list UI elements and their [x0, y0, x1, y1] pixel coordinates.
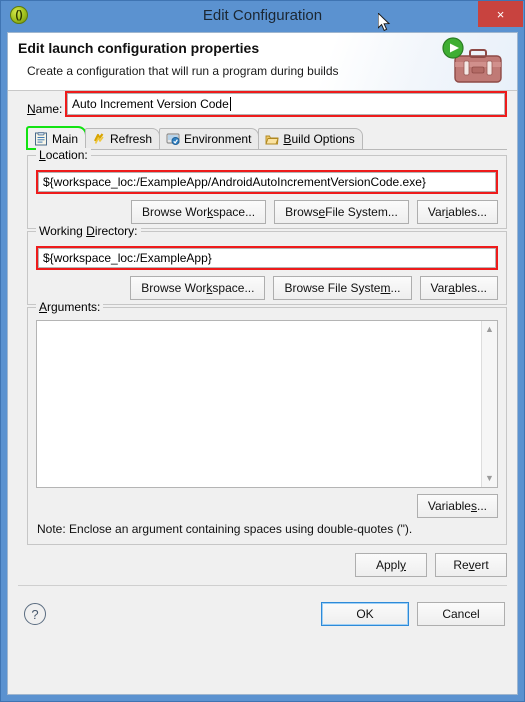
- tab-main-label: Main: [52, 131, 79, 146]
- working-directory-input[interactable]: ${workspace_loc:/ExampleApp}: [38, 248, 496, 268]
- working-directory-input-value: ${workspace_loc:/ExampleApp}: [43, 251, 212, 265]
- cancel-button[interactable]: Cancel: [417, 602, 505, 626]
- arguments-group: Arguments: ▲ ▼ Variable s... Note: Enclos…: [27, 300, 507, 545]
- window-title: Edit Configuration: [202, 7, 323, 24]
- tab-refresh[interactable]: Refresh: [85, 128, 161, 149]
- revert-button[interactable]: Re v ert: [435, 553, 507, 577]
- scroll-down-icon[interactable]: ▼: [482, 470, 498, 487]
- text-caret: [229, 97, 231, 111]
- toolbox-run-icon: [442, 37, 502, 83]
- name-input[interactable]: Auto Increment Version Code: [67, 93, 505, 115]
- parentheses-icon: (): [10, 6, 28, 24]
- working-directory-legend: Working Directory:: [36, 224, 141, 238]
- scroll-up-icon[interactable]: ▲: [482, 321, 498, 338]
- tab-refresh-label: Refresh: [110, 132, 153, 146]
- folder-icon: [265, 135, 280, 145]
- bottom-divider: [18, 585, 507, 586]
- location-buttons: Browse Wor k space... Brows e File System..…: [36, 200, 498, 224]
- arguments-legend: Arguments:: [36, 300, 104, 314]
- wd-browse-workspace-button[interactable]: Browse Wor k space...: [130, 276, 266, 300]
- arguments-note: Note: Enclose an argument containing spa…: [37, 522, 413, 536]
- tab-environment[interactable]: Environment: [159, 128, 260, 149]
- close-icon[interactable]: ×: [478, 1, 523, 27]
- tab-build-options[interactable]: Build Options: [258, 128, 363, 149]
- banner-title: Edit launch configuration properties: [18, 40, 260, 56]
- arguments-variables-button[interactable]: Variable s...: [416, 494, 498, 518]
- banner-subtitle: Create a configuration that will run a p…: [27, 64, 339, 78]
- arguments-button-row: Variable s...: [416, 494, 498, 518]
- working-directory-group: Working Directory: ${workspace_loc:/Exam…: [27, 224, 507, 305]
- help-icon[interactable]: ?: [24, 603, 46, 625]
- dialog-client-area: Edit launch configuration properties Cre…: [7, 32, 518, 695]
- banner: Edit launch configuration properties Cre…: [8, 33, 517, 91]
- apply-revert-row: Appl y Re v ert: [27, 551, 507, 579]
- location-input[interactable]: ${workspace_loc:/ExampleApp/AndroidAutoI…: [38, 172, 496, 192]
- location-variables-button[interactable]: Var i ables...: [416, 200, 498, 224]
- working-directory-field-highlight: ${workspace_loc:/ExampleApp}: [36, 246, 498, 270]
- tab-environment-label: Environment: [184, 132, 252, 146]
- name-input-value: Auto Increment Version Code: [72, 97, 229, 111]
- arguments-value: [37, 321, 481, 487]
- name-field-highlight: Auto Increment Version Code: [65, 91, 507, 117]
- tab-strip: Main Refresh Environment Build Options: [25, 126, 507, 150]
- location-browse-workspace-button[interactable]: Browse Wor k space...: [130, 200, 267, 224]
- apply-button[interactable]: Appl y: [355, 553, 427, 577]
- location-group: Location: ${workspace_loc:/ExampleApp/An…: [27, 148, 507, 229]
- tab-build-options-label: Build Options: [283, 132, 355, 146]
- bottom-buttons: OK Cancel: [321, 602, 505, 626]
- wd-browse-file-system-button[interactable]: Browse File Syste m...: [273, 276, 412, 300]
- refresh-icon: [94, 133, 104, 144]
- tab-main[interactable]: Main: [25, 126, 88, 150]
- location-legend: Location:: [36, 148, 91, 162]
- edit-configuration-dialog: () Edit Configuration × Edit launch conf…: [0, 0, 525, 702]
- form-area: Name: Auto Increment Version Code Main R…: [8, 91, 517, 694]
- arguments-textarea[interactable]: ▲ ▼: [36, 320, 498, 488]
- document-icon: [35, 131, 47, 145]
- ok-button[interactable]: OK: [321, 602, 409, 626]
- location-browse-file-system-button[interactable]: Brows e File System...: [274, 200, 409, 224]
- bottom-bar: ? OK Cancel: [8, 589, 517, 639]
- wd-variables-button[interactable]: Var a bles...: [419, 276, 498, 300]
- location-input-value: ${workspace_loc:/ExampleApp/AndroidAutoI…: [43, 175, 426, 189]
- arguments-scrollbar[interactable]: ▲ ▼: [481, 321, 497, 487]
- title-bar: () Edit Configuration ×: [1, 1, 524, 32]
- environment-icon: [166, 133, 180, 145]
- working-directory-buttons: Browse Wor k space... Browse File Syste m..…: [36, 276, 498, 300]
- location-field-highlight: ${workspace_loc:/ExampleApp/AndroidAutoI…: [36, 170, 498, 194]
